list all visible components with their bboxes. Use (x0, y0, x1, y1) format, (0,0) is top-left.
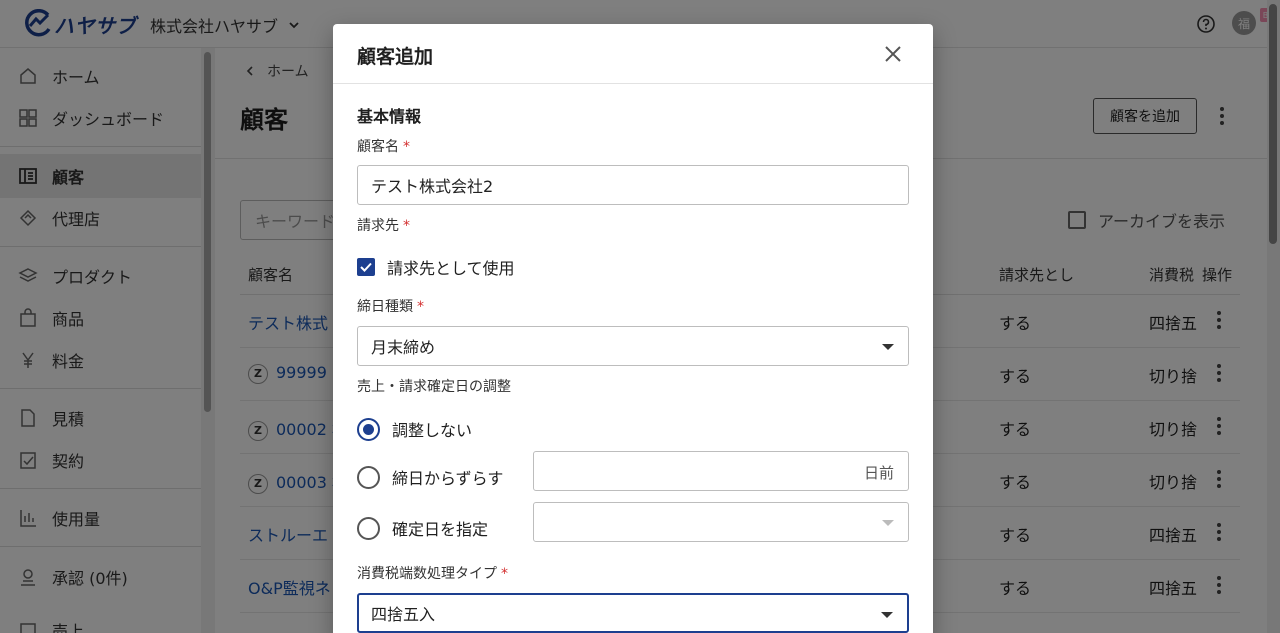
dropdown-arrow-icon (882, 520, 894, 526)
label-text: 顧客名 (357, 139, 399, 155)
select-value: 四捨五入 (371, 605, 436, 624)
radio-label: 調整しない (392, 421, 473, 440)
input-value: テスト株式会社2 (371, 177, 494, 196)
tax-rounding-select[interactable]: 四捨五入 (357, 593, 909, 633)
customer-name-label: 顧客名 * (357, 136, 410, 156)
days-before-suffix: 日前 (863, 464, 894, 482)
dropdown-arrow-icon (881, 612, 893, 618)
required-mark: * (403, 139, 410, 155)
dialog-title: 顧客追加 (357, 46, 434, 68)
required-mark: * (501, 566, 508, 582)
label-text: 締日種類 (357, 299, 413, 315)
label-text: 請求先 (357, 218, 399, 234)
billing-checkbox-label: 請求先として使用 (387, 259, 515, 278)
adjust-label: 売上・請求確定日の調整 (357, 379, 511, 395)
tax-rounding-label: 消費税端数処理タイプ * (357, 563, 508, 583)
select-value: 月末締め (371, 338, 436, 357)
radio-label: 確定日を指定 (392, 520, 489, 539)
billing-checkbox-row[interactable]: 請求先として使用 (357, 255, 515, 279)
shift-days-input[interactable]: 日前 (533, 451, 909, 491)
radio-button-selected[interactable] (357, 417, 380, 441)
check-icon (360, 262, 372, 272)
specify-date-select[interactable] (533, 502, 909, 542)
billing-label: 請求先 * (357, 215, 410, 235)
required-mark: * (417, 299, 424, 315)
radio-button[interactable] (357, 465, 380, 489)
billing-checkbox[interactable] (357, 258, 375, 276)
required-mark: * (403, 218, 410, 234)
radio-no-adjust[interactable]: 調整しない (357, 417, 472, 441)
radio-specify-date[interactable]: 確定日を指定 (357, 516, 488, 540)
customer-name-input[interactable]: テスト株式会社2 (357, 165, 909, 205)
radio-button[interactable] (357, 516, 380, 540)
closing-type-select[interactable]: 月末締め (357, 326, 909, 366)
closing-type-label: 締日種類 * (357, 296, 424, 316)
add-customer-dialog: 顧客追加 基本情報 顧客名 * テスト株式会社2 請求先 * 請求先として使用 締日… (333, 24, 933, 633)
radio-label: 締日からずらす (392, 469, 504, 488)
close-icon[interactable] (882, 43, 904, 65)
dropdown-arrow-icon (882, 344, 894, 350)
label-text: 消費税端数処理タイプ (357, 566, 497, 582)
radio-shift-from-closing[interactable]: 締日からずらす (357, 465, 503, 489)
section-title: 基本情報 (357, 107, 422, 126)
dialog-header-divider (333, 83, 933, 84)
